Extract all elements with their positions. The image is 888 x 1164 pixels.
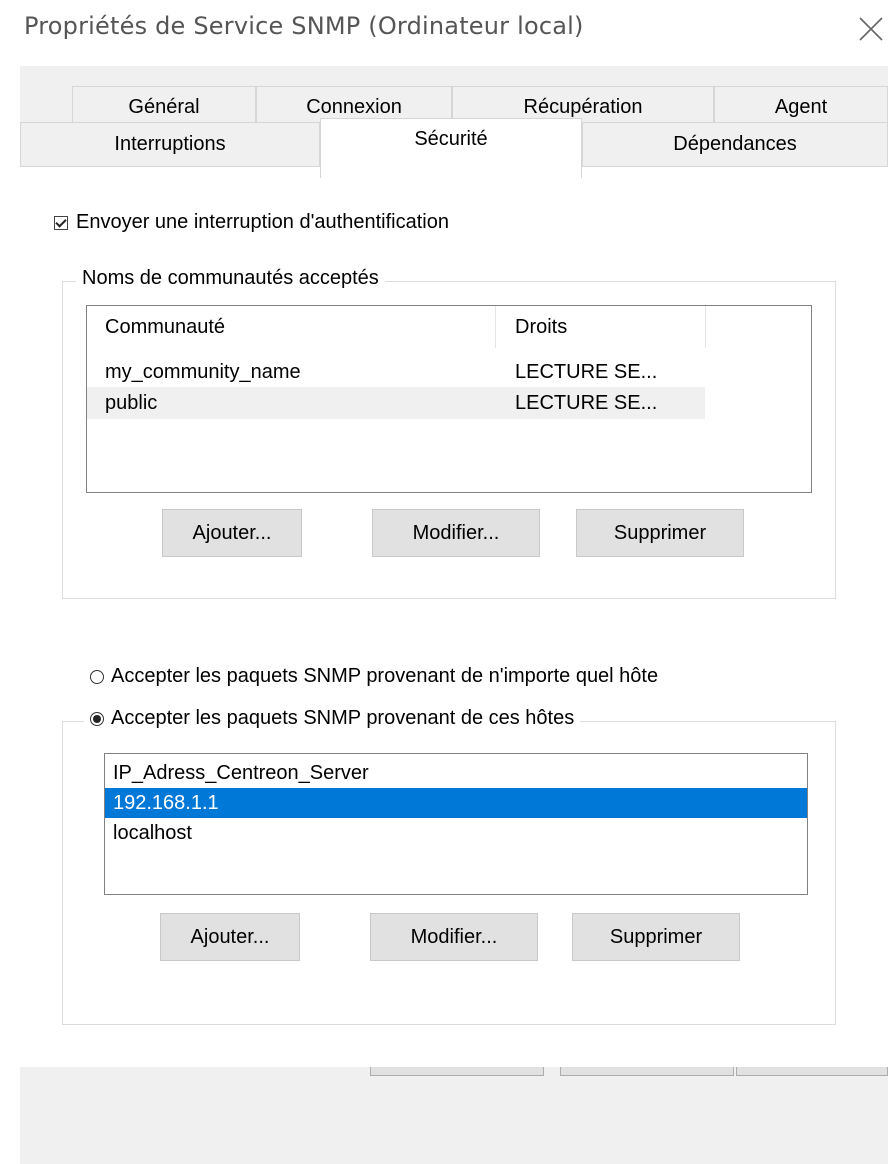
accept-these-hosts-option[interactable]: Accepter les paquets SNMP provenant de c…: [84, 707, 581, 730]
table-row[interactable]: public LECTURE SE...: [87, 387, 705, 419]
add-host-button[interactable]: Ajouter...: [160, 913, 300, 961]
close-icon[interactable]: [856, 14, 886, 44]
column-header-community[interactable]: Communauté: [105, 306, 225, 348]
communities-listview[interactable]: Communauté Droits my_community_name LECT…: [86, 305, 812, 493]
community-name: my_community_name: [105, 361, 301, 383]
window-title: Propriétés de Service SNMP (Ordinateur l…: [24, 12, 584, 40]
accept-any-host-label: Accepter les paquets SNMP provenant de n…: [111, 665, 659, 687]
tab-dependances[interactable]: Dépendances: [582, 122, 888, 166]
accept-any-host-option[interactable]: Accepter les paquets SNMP provenant de n…: [90, 665, 658, 688]
column-separator[interactable]: [705, 306, 706, 348]
add-community-button[interactable]: Ajouter...: [162, 509, 302, 557]
list-item[interactable]: IP_Adress_Centreon_Server: [105, 758, 807, 788]
list-item[interactable]: localhost: [105, 818, 807, 848]
community-rights: LECTURE SE...: [515, 361, 658, 383]
auth-trap-option[interactable]: Envoyer une interruption d'authentificat…: [54, 211, 449, 234]
auth-trap-checkbox[interactable]: [54, 215, 68, 230]
list-item[interactable]: 192.168.1.1: [105, 788, 807, 818]
table-row[interactable]: my_community_name LECTURE SE...: [87, 356, 705, 388]
column-separator[interactable]: [495, 306, 496, 348]
communities-group-label: Noms de communautés acceptés: [76, 267, 385, 290]
accept-these-hosts-radio[interactable]: [90, 711, 104, 726]
community-name: public: [105, 392, 158, 414]
communities-header: Communauté Droits: [87, 306, 811, 348]
remove-community-button[interactable]: Supprimer: [576, 509, 744, 557]
tab-interruptions[interactable]: Interruptions: [20, 122, 320, 166]
accept-any-host-radio[interactable]: [90, 669, 104, 684]
tab-securite[interactable]: Sécurité: [320, 118, 582, 178]
edit-host-button[interactable]: Modifier...: [370, 913, 538, 961]
remove-host-button[interactable]: Supprimer: [572, 913, 740, 961]
auth-trap-label: Envoyer une interruption d'authentificat…: [76, 211, 449, 233]
hosts-listbox[interactable]: IP_Adress_Centreon_Server 192.168.1.1 lo…: [104, 753, 808, 895]
community-rights: LECTURE SE...: [515, 392, 658, 414]
edit-community-button[interactable]: Modifier...: [372, 509, 540, 557]
accept-these-hosts-label: Accepter les paquets SNMP provenant de c…: [111, 707, 575, 729]
column-header-rights[interactable]: Droits: [515, 306, 567, 348]
properties-dialog: Général Connexion Récupération Agent Int…: [20, 66, 888, 1164]
security-panel: Envoyer une interruption d'authentificat…: [20, 166, 888, 1067]
